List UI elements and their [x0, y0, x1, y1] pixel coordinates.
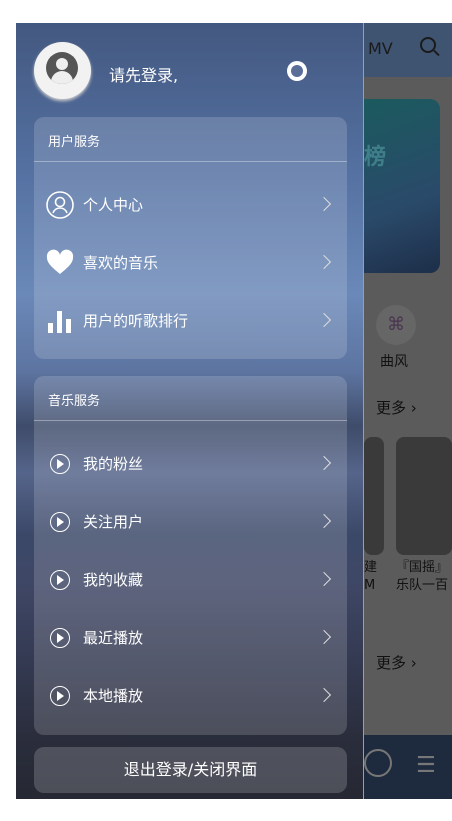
menu-item-profile[interactable]: 个人中心: [34, 185, 347, 225]
card-caption: 『国摇』 乐队一百: [396, 560, 449, 593]
search-icon[interactable]: [420, 37, 436, 53]
menu-label: 本地播放: [83, 687, 144, 705]
chevron-right-icon: [316, 687, 332, 703]
section-title: 用户服务: [48, 135, 101, 150]
mv-tab[interactable]: MV: [368, 39, 393, 58]
menu-item-recent[interactable]: 最近播放: [34, 618, 347, 658]
quick-label: 曲风: [380, 354, 408, 370]
divider: [34, 420, 347, 421]
menu-label: 喜欢的音乐: [83, 254, 159, 272]
top-bar: MV: [364, 23, 452, 77]
player-bar: ☰: [364, 735, 452, 799]
play-circle-icon: [50, 512, 70, 532]
login-prompt[interactable]: 请先登录,: [109, 62, 178, 86]
bar-chart-icon: [48, 311, 71, 333]
chevron-right-icon: [316, 513, 332, 529]
menu-item-favorites[interactable]: 我的收藏: [34, 560, 347, 600]
heart-icon: [46, 249, 74, 274]
play-circle-icon: [50, 570, 70, 590]
logout-button[interactable]: 退出登录/关闭界面: [34, 747, 347, 793]
brightness-icon[interactable]: [287, 61, 307, 81]
play-circle-icon: [50, 628, 70, 648]
menu-label: 我的粉丝: [83, 455, 144, 473]
chevron-right-icon: [316, 312, 332, 328]
banner[interactable]: 榜: [364, 99, 440, 273]
chevron-right-icon: [316, 196, 332, 212]
menu-item-listening-rank[interactable]: 用户的听歌排行: [34, 301, 347, 341]
play-circle-icon: [50, 686, 70, 706]
chevron-right-icon: [316, 629, 332, 645]
banner-text: 榜: [364, 145, 387, 170]
playlist-card[interactable]: [364, 437, 384, 555]
chevron-right-icon: [316, 571, 332, 587]
more-link[interactable]: 更多 ›: [376, 397, 417, 418]
menu-item-liked-music[interactable]: 喜欢的音乐: [34, 243, 347, 283]
divider: [34, 161, 347, 162]
menu-label: 关注用户: [83, 513, 144, 531]
menu-label: 用户的听歌排行: [83, 312, 189, 330]
menu-label: 我的收藏: [83, 571, 144, 589]
grid-icon[interactable]: ⌘: [376, 305, 416, 345]
chevron-right-icon: [316, 455, 332, 471]
side-drawer: 请先登录, 用户服务 个人中心 喜欢的音乐 用户的听歌排行 音乐服务 我的粉丝 …: [16, 23, 364, 799]
user-services-panel: 用户服务 个人中心 喜欢的音乐 用户的听歌排行: [34, 117, 347, 359]
section-title: 音乐服务: [48, 394, 101, 409]
user-icon: [46, 52, 78, 84]
menu-label: 最近播放: [83, 629, 144, 647]
user-circle-icon: [46, 191, 74, 219]
menu-item-fans[interactable]: 我的粉丝: [34, 444, 347, 484]
play-circle-icon: [50, 454, 70, 474]
menu-item-following[interactable]: 关注用户: [34, 502, 347, 542]
menu-item-local[interactable]: 本地播放: [34, 676, 347, 716]
playlist-card[interactable]: [396, 437, 452, 555]
chevron-right-icon: [316, 254, 332, 270]
card-caption: 建 M: [364, 560, 378, 593]
play-icon[interactable]: [364, 749, 392, 777]
menu-label: 个人中心: [83, 196, 144, 214]
music-services-panel: 音乐服务 我的粉丝 关注用户 我的收藏 最近播放 本地播放: [34, 376, 347, 735]
home-page-dimmed[interactable]: MV 榜 ⌘ 曲风 更多 › 建 M 『国摇』 乐队一百 更多 › ☰: [364, 23, 452, 799]
playlist-icon[interactable]: ☰: [416, 753, 436, 778]
avatar[interactable]: [34, 42, 91, 99]
more-link[interactable]: 更多 ›: [376, 652, 417, 673]
app: MV 榜 ⌘ 曲风 更多 › 建 M 『国摇』 乐队一百 更多 › ☰ 请先登录…: [16, 23, 452, 799]
